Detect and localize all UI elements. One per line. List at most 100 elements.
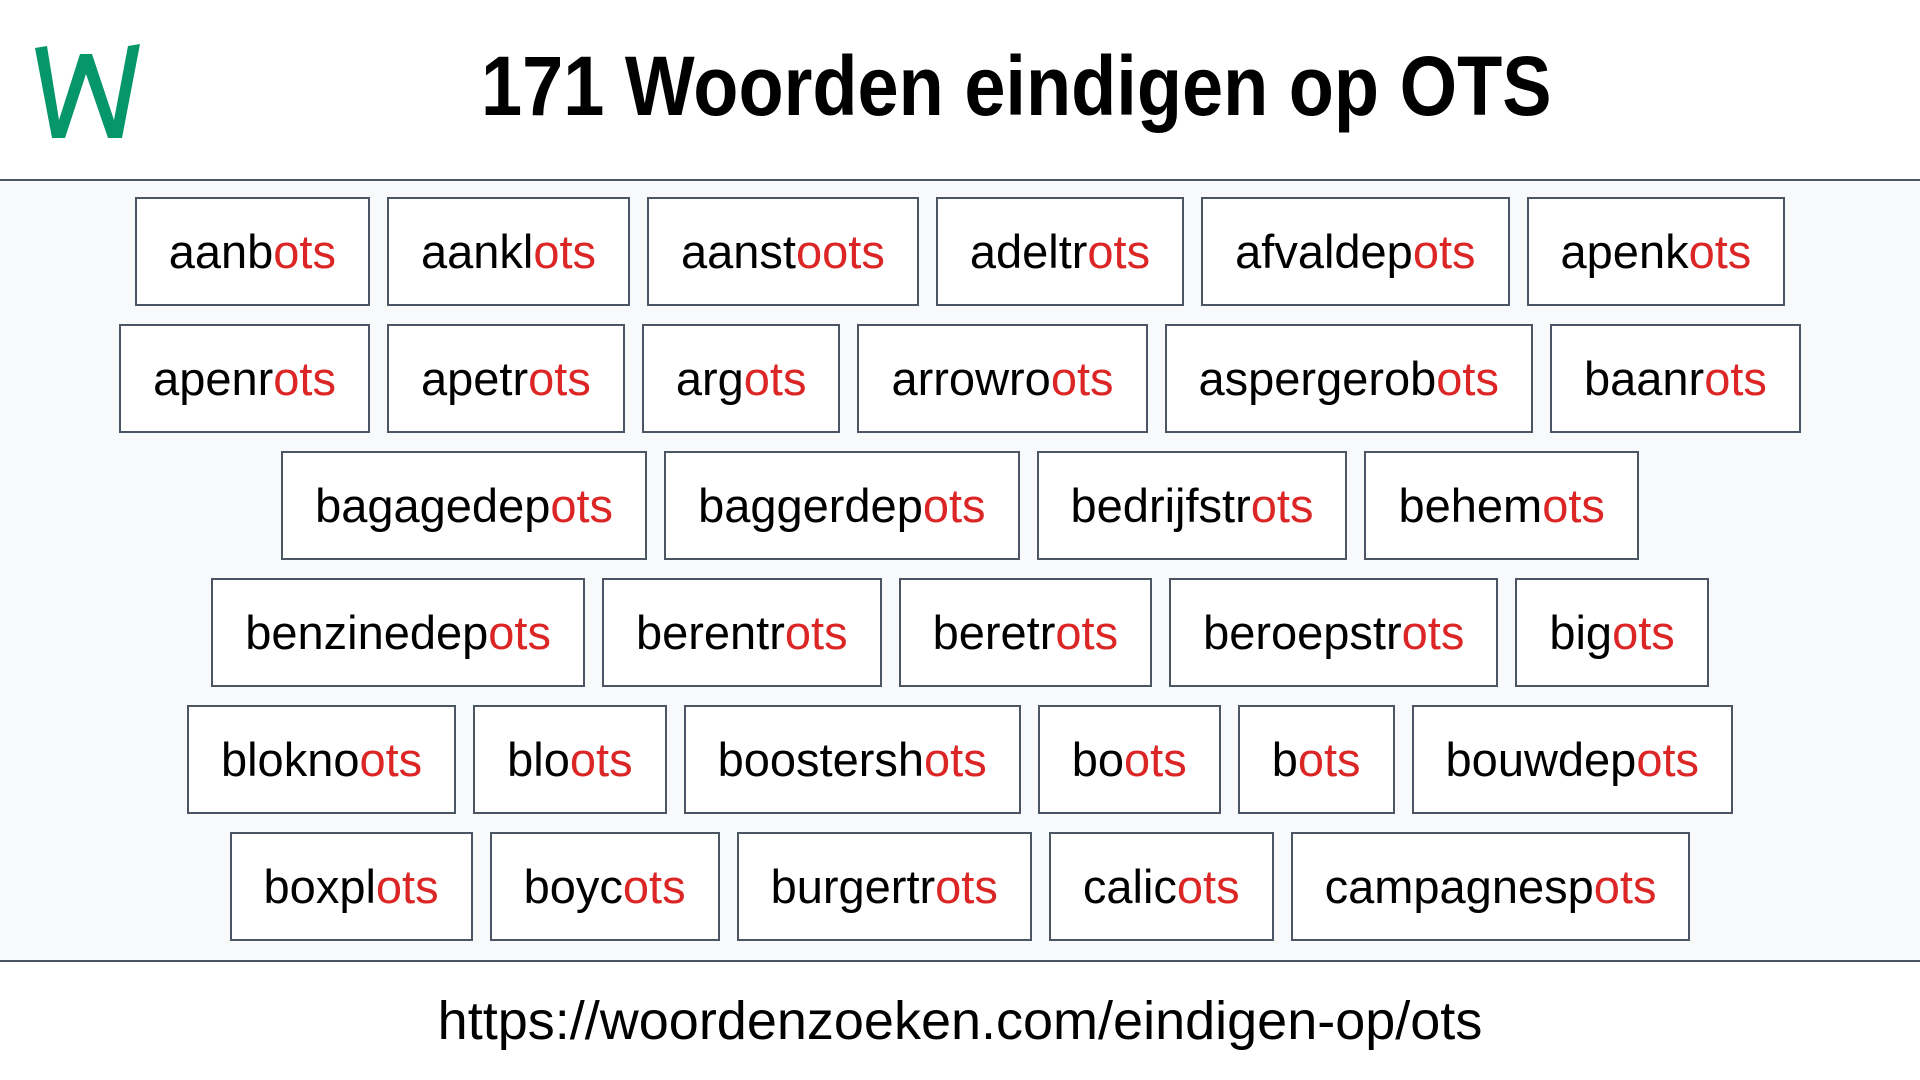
word-prefix: bagagedep xyxy=(315,479,551,532)
word-row: blokno ots blo ots boostersh ots bo ots b ots bouw… xyxy=(0,705,1920,814)
word-item[interactable]: burgertr ots xyxy=(736,832,1032,941)
word-item[interactable]: apenr ots xyxy=(119,324,370,433)
word-item[interactable]: calic ots xyxy=(1048,832,1274,941)
word-suffix-highlight: ots xyxy=(359,733,423,786)
word-suffix-highlight: ots xyxy=(1124,733,1187,786)
word-suffix-highlight: ots xyxy=(533,225,597,278)
word-suffix-highlight: ots xyxy=(1401,606,1465,659)
word-prefix: baggerdep xyxy=(698,479,923,532)
page-title-text: 171 Woorden eindigen op OTS xyxy=(480,39,1552,133)
word-suffix-highlight: ots xyxy=(1176,860,1240,913)
word-prefix: apenr xyxy=(153,352,274,405)
word-prefix: beroepstr xyxy=(1203,606,1402,659)
word-prefix: afvaldep xyxy=(1235,225,1413,278)
word-prefix: benzinedep xyxy=(245,606,489,659)
word-suffix-highlight: ots xyxy=(1297,733,1361,786)
word-suffix-highlight: ots xyxy=(935,860,998,913)
word-suffix-highlight: ots xyxy=(550,479,614,532)
word-suffix-highlight: ots xyxy=(1593,860,1657,913)
word-item[interactable]: benzinedep ots xyxy=(211,578,585,687)
word-prefix: boxpl xyxy=(263,860,376,913)
word-prefix: adeltr xyxy=(969,225,1088,278)
word-suffix-highlight: ots xyxy=(1542,479,1605,532)
word-item[interactable]: bagagedep ots xyxy=(281,451,648,560)
word-suffix-highlight: ots xyxy=(924,733,987,786)
word-item[interactable]: arrowro ots xyxy=(857,324,1148,433)
word-prefix: arg xyxy=(675,352,744,405)
word-suffix-highlight: ots xyxy=(1412,225,1476,278)
word-item[interactable]: boostersh ots xyxy=(683,705,1021,814)
word-prefix: bedrijfstr xyxy=(1070,479,1251,532)
word-prefix: behem xyxy=(1398,479,1543,532)
word-prefix: arrowro xyxy=(891,352,1051,405)
word-suffix-highlight: ots xyxy=(1087,225,1151,278)
word-item[interactable]: bedrijfstr ots xyxy=(1036,451,1348,560)
word-prefix: bouwdep xyxy=(1445,733,1637,786)
word-prefix: aanst xyxy=(681,225,796,278)
word-prefix: blokno xyxy=(220,733,360,786)
word-suffix-highlight: ots xyxy=(1250,479,1314,532)
word-suffix-highlight: ots xyxy=(1436,352,1499,405)
word-item[interactable]: boyc ots xyxy=(489,832,720,941)
header: 171 Woorden eindigen op OTS xyxy=(0,0,1920,181)
word-prefix: beretr xyxy=(932,606,1056,659)
word-suffix-highlight: ots xyxy=(1688,225,1752,278)
word-item[interactable]: aanst oots xyxy=(647,197,919,306)
word-row: aanb ots aankl ots aanst oots adeltr ots afvalde… xyxy=(0,197,1920,306)
word-item[interactable]: aanb ots xyxy=(134,197,370,306)
word-item[interactable]: boxpl ots xyxy=(229,832,473,941)
word-item[interactable]: big ots xyxy=(1515,578,1709,687)
word-prefix: bo xyxy=(1071,733,1124,786)
word-item[interactable]: apenk ots xyxy=(1526,197,1786,306)
word-suffix-highlight: ots xyxy=(743,352,807,405)
word-suffix-highlight: oots xyxy=(796,225,885,278)
word-item[interactable]: blokno ots xyxy=(186,705,457,814)
word-row: boxpl ots boyc ots burgertr ots calic ots campag… xyxy=(0,832,1920,941)
word-item[interactable]: behem ots xyxy=(1364,451,1639,560)
word-prefix: boyc xyxy=(523,860,623,913)
word-item[interactable]: bouwdep ots xyxy=(1411,705,1734,814)
word-prefix: burgertr xyxy=(770,860,936,913)
word-item[interactable]: baanr ots xyxy=(1550,324,1801,433)
word-suffix-highlight: ots xyxy=(1055,606,1119,659)
word-prefix: boostersh xyxy=(717,733,925,786)
word-item[interactable]: blo ots xyxy=(473,705,667,814)
word-prefix: calic xyxy=(1082,860,1177,913)
word-item[interactable]: bo ots xyxy=(1037,705,1221,814)
word-suffix-highlight: ots xyxy=(375,860,439,913)
word-item[interactable]: baggerdep ots xyxy=(664,451,1020,560)
word-item[interactable]: arg ots xyxy=(641,324,841,433)
word-item[interactable]: adeltr ots xyxy=(935,197,1185,306)
word-suffix-highlight: ots xyxy=(784,606,848,659)
word-row: benzinedep ots berentr ots beretr ots beroepst… xyxy=(0,578,1920,687)
word-item[interactable]: beroepstr ots xyxy=(1169,578,1499,687)
word-suffix-highlight: ots xyxy=(273,225,336,278)
word-prefix: berentr xyxy=(635,606,785,659)
word-item[interactable]: berentr ots xyxy=(601,578,882,687)
footer-url-link[interactable]: https://woordenzoeken.com/eindigen-op/ot… xyxy=(438,986,1483,1056)
word-item[interactable]: beretr ots xyxy=(898,578,1153,687)
word-prefix: aanb xyxy=(168,225,274,278)
word-item[interactable]: afvaldep ots xyxy=(1201,197,1510,306)
word-prefix: aspergerob xyxy=(1198,352,1437,405)
word-suffix-highlight: ots xyxy=(1050,352,1114,405)
word-prefix: baanr xyxy=(1584,352,1705,405)
word-prefix: b xyxy=(1271,733,1298,786)
word-item[interactable]: apetr ots xyxy=(387,324,625,433)
word-prefix: apetr xyxy=(421,352,529,405)
page-title: 171 Woorden eindigen op OTS xyxy=(0,36,1920,136)
word-item[interactable]: aspergerob ots xyxy=(1164,324,1533,433)
word-suffix-highlight: ots xyxy=(488,606,551,659)
word-row: apenr ots apetr ots arg ots arrowro ots asperger… xyxy=(0,324,1920,433)
word-suffix-highlight: ots xyxy=(569,733,633,786)
word-item[interactable]: aankl ots xyxy=(386,197,631,306)
footer: https://woordenzoeken.com/eindigen-op/ot… xyxy=(0,962,1920,1080)
word-list: aanb ots aankl ots aanst oots adeltr ots afvalde… xyxy=(0,181,1920,962)
word-item[interactable]: campagnesp ots xyxy=(1290,832,1691,941)
word-prefix: aankl xyxy=(420,225,534,278)
word-suffix-highlight: ots xyxy=(528,352,591,405)
word-prefix: blo xyxy=(507,733,570,786)
word-suffix-highlight: ots xyxy=(1612,606,1675,659)
word-prefix: campagnesp xyxy=(1324,860,1594,913)
word-item[interactable]: b ots xyxy=(1237,705,1395,814)
